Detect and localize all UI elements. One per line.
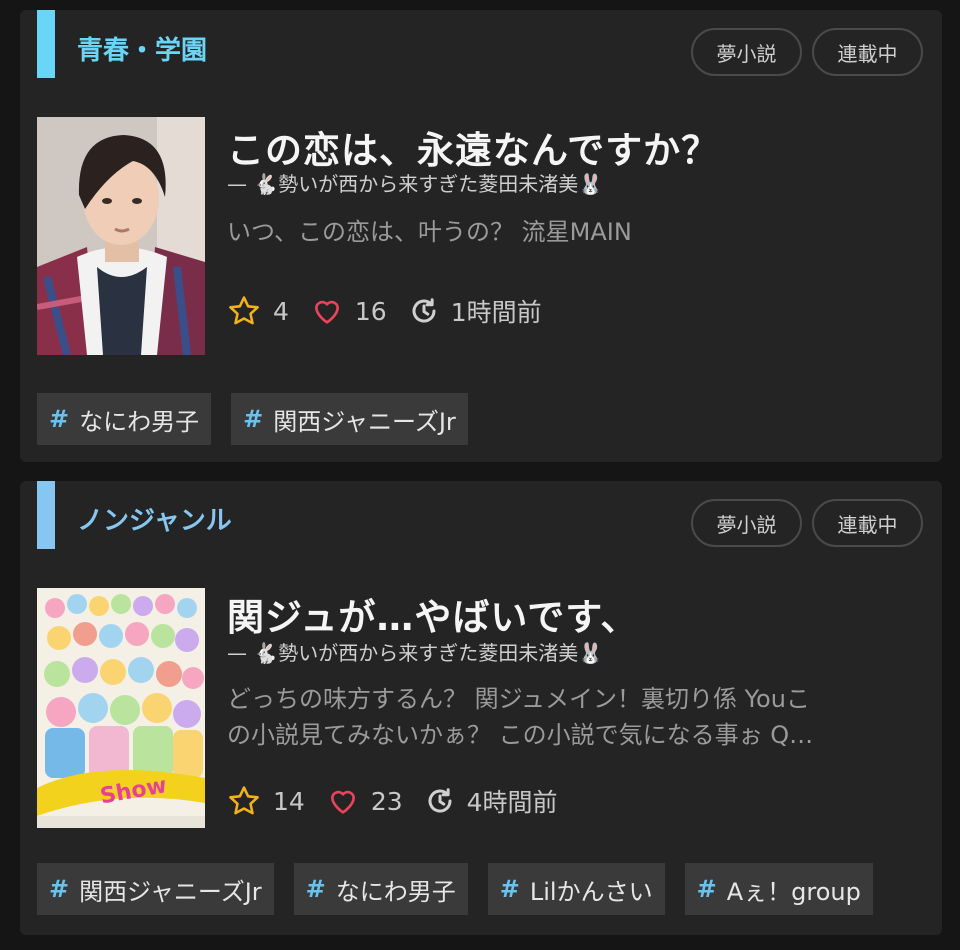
story-card[interactable]: 青春・学園 夢小説 連載中 この恋は、永遠なんですか？ — 🐇勢いが西から来すぎ… xyxy=(20,10,942,462)
updated-time-value: 4時間前 xyxy=(466,788,558,817)
heart-count-value: 16 xyxy=(354,296,387,326)
author-label: 🐇勢いが西から来すぎた菱田未渚美🐰 xyxy=(253,172,604,196)
badge-serializing: 連載中 xyxy=(812,499,923,547)
updated-time: 4時間前 xyxy=(425,783,558,819)
heart-icon xyxy=(314,300,339,324)
tag-chip[interactable]: # なにわ男子 xyxy=(293,863,468,915)
author-dash: — xyxy=(227,172,247,196)
heart-count: 16 xyxy=(311,295,387,327)
story-title[interactable]: 関ジュが…やばいです、 xyxy=(227,587,638,641)
description-line: の小説見てみないかぁ？ この小説で気になる事ぉ Q… xyxy=(227,721,814,749)
hash-icon: # xyxy=(696,875,717,903)
hash-icon: # xyxy=(49,405,70,433)
genre-accent-bar xyxy=(37,481,55,549)
updated-time: 1時間前 xyxy=(409,293,542,329)
heart-icon xyxy=(330,790,355,814)
badge-dream-novel: 夢小説 xyxy=(691,28,802,76)
history-icon xyxy=(428,788,452,813)
tag-label: なにわ男子 xyxy=(335,877,456,906)
star-icon xyxy=(229,296,259,325)
cover-image[interactable]: Show xyxy=(37,588,205,828)
tag-chip[interactable]: # 関西ジャニーズJr xyxy=(231,393,468,445)
updated-time-value: 1時間前 xyxy=(450,298,542,327)
tag-label: なにわ男子 xyxy=(79,407,200,436)
tag-chip[interactable]: # Lilかんさい xyxy=(487,863,665,915)
author-name[interactable]: — 🐇勢いが西から来すぎた菱田未渚美🐰 xyxy=(227,637,603,666)
history-icon xyxy=(412,298,436,323)
tag-chip[interactable]: # なにわ男子 xyxy=(37,393,212,445)
story-stats: 14 23 4時間前 xyxy=(227,783,580,819)
tag-chip[interactable]: # Aぇ！group xyxy=(684,863,873,915)
star-count: 4 xyxy=(227,294,289,328)
description-line: いつ、この恋は、叶うの？ 流星MAIN xyxy=(227,218,632,246)
story-stats: 4 16 1時間前 xyxy=(227,293,564,329)
star-icon xyxy=(229,786,259,815)
tag-list: # なにわ男子 # 関西ジャニーズJr xyxy=(37,393,488,445)
star-count-value: 4 xyxy=(273,296,289,326)
star-count-value: 14 xyxy=(273,786,305,816)
story-description: いつ、この恋は、叶うの？ 流星MAIN xyxy=(227,214,917,250)
tag-list: # 関西ジャニーズJr # なにわ男子 # Lilかんさい # Aぇ！group xyxy=(37,863,893,915)
story-description: どっちの味方するん？ 関ジュメイン！裏切り係 Youこ の小説見てみないかぁ？ … xyxy=(227,681,917,753)
genre-label: ノンジャンル xyxy=(77,506,232,536)
badge-serializing: 連載中 xyxy=(812,28,923,76)
tag-label: Aぇ！group xyxy=(726,877,861,906)
badge-dream-novel: 夢小説 xyxy=(691,499,802,547)
tag-label: Lilかんさい xyxy=(529,877,653,906)
hash-icon: # xyxy=(243,405,264,433)
story-title[interactable]: この恋は、永遠なんですか？ xyxy=(227,120,719,174)
description-line: どっちの味方するん？ 関ジュメイン！裏切り係 Youこ xyxy=(227,685,810,713)
star-count: 14 xyxy=(227,784,305,818)
story-card[interactable]: ノンジャンル 夢小説 連載中 Show 関ジュが…やばいです、 — 🐇勢いが西か… xyxy=(20,481,942,935)
author-name[interactable]: — 🐇勢いが西から来すぎた菱田未渚美🐰 xyxy=(227,168,603,197)
cover-image[interactable] xyxy=(37,117,205,355)
author-label: 🐇勢いが西から来すぎた菱田未渚美🐰 xyxy=(253,641,604,665)
tag-label: 関西ジャニーズJr xyxy=(273,407,456,436)
genre-accent-bar xyxy=(37,10,55,78)
genre-label: 青春・学園 xyxy=(77,36,208,66)
author-dash: — xyxy=(227,641,247,665)
tag-label: 関西ジャニーズJr xyxy=(79,877,262,906)
tag-chip[interactable]: # 関西ジャニーズJr xyxy=(37,863,274,915)
hash-icon: # xyxy=(305,875,326,903)
hash-icon: # xyxy=(49,875,70,903)
heart-count: 23 xyxy=(327,785,403,817)
hash-icon: # xyxy=(499,875,520,903)
heart-count-value: 23 xyxy=(370,786,403,816)
